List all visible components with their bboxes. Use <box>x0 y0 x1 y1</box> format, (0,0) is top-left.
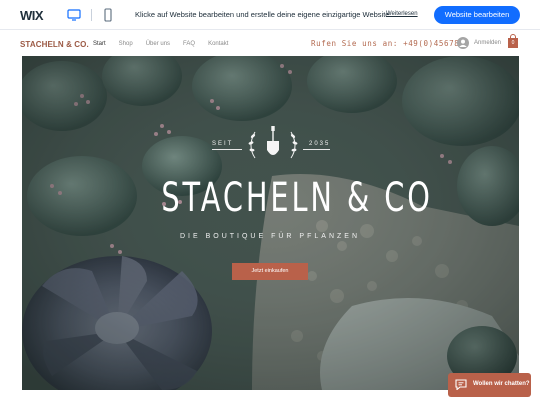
shop-now-button[interactable]: Jetzt einkaufen <box>232 263 308 280</box>
user-avatar-icon[interactable] <box>457 37 469 49</box>
since-label: SEIT <box>212 141 234 147</box>
learn-more-link[interactable]: Weiterlesen <box>386 11 418 17</box>
year-label: 2035 <box>309 141 331 147</box>
site-logo[interactable]: STACHELN & CO. <box>20 40 89 49</box>
promo-text: Klicke auf Website bearbeiten und erstel… <box>135 10 392 19</box>
nav-item-shop[interactable]: Shop <box>119 41 133 47</box>
edit-website-button[interactable]: Website bearbeiten <box>434 6 520 24</box>
cart-count: 0 <box>511 40 515 46</box>
chat-label[interactable]: Wollen wir chatten? <box>473 381 530 387</box>
since-line-right <box>303 149 330 150</box>
main-nav: Start Shop Über uns FAQ Kontakt <box>93 41 241 47</box>
shovel-wreath-icon <box>248 126 298 159</box>
hero-section <box>22 56 519 390</box>
mobile-icon[interactable] <box>101 8 115 22</box>
since-line-left <box>212 149 242 150</box>
chat-icon[interactable] <box>455 379 467 390</box>
wix-logo[interactable]: WIX <box>20 8 44 23</box>
hero-title: STACHELN & CO <box>161 175 433 221</box>
nav-item-contact[interactable]: Kontakt <box>208 41 228 47</box>
nav-item-faq[interactable]: FAQ <box>183 41 195 47</box>
desktop-icon[interactable] <box>67 8 81 22</box>
bar-divider <box>91 9 92 21</box>
phone-number: Rufen Sie uns an: +49(0)4567890 <box>311 39 470 48</box>
hero-tagline: DIE BOUTIQUE FÜR PFLANZEN <box>179 233 360 240</box>
login-link[interactable]: Anmelden <box>474 40 501 46</box>
nav-item-start[interactable]: Start <box>93 41 106 47</box>
wix-top-bar: WIX Klicke auf Website bearbeiten und er… <box>0 0 540 30</box>
hero-background-image <box>22 56 519 390</box>
nav-item-about[interactable]: Über uns <box>146 41 170 47</box>
